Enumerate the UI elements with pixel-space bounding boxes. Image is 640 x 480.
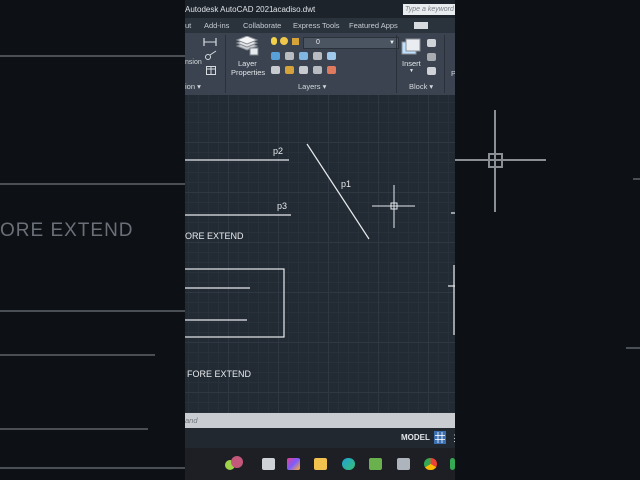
separator <box>444 35 445 93</box>
bg-line <box>0 428 148 430</box>
label-p2: p2 <box>273 146 284 156</box>
weather-icon[interactable] <box>231 456 243 468</box>
insert-label[interactable]: Insert <box>402 59 421 68</box>
chevron-down-icon: ▼ <box>389 40 395 46</box>
layer-lock-tool-icon[interactable] <box>299 66 308 74</box>
block-panel-label[interactable]: Block ▾ <box>409 82 433 91</box>
bg-caption: ORE EXTEND <box>0 220 134 241</box>
annotation-panel-label[interactable]: ion ▾ <box>185 82 201 91</box>
layer-match-icon[interactable] <box>271 52 280 60</box>
ribbon: nsion ion ▾ Layer Properties 0 ▼ Layers … <box>185 33 455 96</box>
leader-icon[interactable] <box>205 50 217 60</box>
command-line-text: and <box>185 416 198 425</box>
layer-on-icon <box>271 37 277 45</box>
edge-icon[interactable] <box>342 458 355 470</box>
layer-unisolate-icon[interactable] <box>313 52 322 60</box>
layers-panel-label[interactable]: Layers ▾ <box>298 82 326 91</box>
bg-line <box>0 467 185 469</box>
separator <box>396 35 397 93</box>
linear-dimension-icon[interactable] <box>203 37 217 47</box>
grid-toggle-button[interactable] <box>434 431 446 444</box>
dimension-label: nsion <box>185 59 202 66</box>
layer-dropdown-value: 0 <box>316 39 320 46</box>
layer-isolate-icon[interactable] <box>299 52 308 60</box>
autocad-window: Autodesk AutoCAD 2021 acadiso.dwt Type a… <box>185 0 455 480</box>
app-title: Autodesk AutoCAD 2021 <box>185 5 274 14</box>
cad-line-p1 <box>306 143 370 240</box>
file-name: acadiso.dwt <box>273 5 316 14</box>
store-icon[interactable] <box>369 458 382 470</box>
ribbon-options-button[interactable] <box>414 22 428 29</box>
bg-line <box>0 183 185 185</box>
taskview-icon[interactable] <box>262 458 275 470</box>
table-icon[interactable] <box>206 66 216 75</box>
layer-copy-icon[interactable] <box>285 66 294 74</box>
drawing-geometry <box>185 143 455 338</box>
separator <box>225 35 226 93</box>
more-options-icon[interactable]: ⋮ <box>450 433 455 444</box>
layer-properties-icon[interactable] <box>235 36 259 56</box>
menu-item[interactable]: ut <box>185 21 191 30</box>
status-bar: MODEL ⋮ <box>185 428 455 448</box>
drawing-canvas[interactable]: p2 p3 p1 ORE EXTEND FORE EXTEND <box>185 95 455 413</box>
cad-rectangle <box>185 268 285 338</box>
model-tab[interactable]: MODEL <box>401 433 430 442</box>
bg-line <box>633 178 640 180</box>
app-icon[interactable] <box>450 458 455 470</box>
layer-properties-label[interactable]: Properties <box>231 68 265 77</box>
layer-dropdown[interactable]: 0 ▼ <box>303 37 399 49</box>
search-input[interactable]: Type a keyword <box>403 4 455 15</box>
bg-crosshair-box <box>488 153 503 168</box>
chrome-icon[interactable] <box>424 458 437 470</box>
chevron-down-icon[interactable]: ▼ <box>409 68 414 74</box>
layer-walk-icon[interactable] <box>271 66 280 74</box>
taskbar <box>185 448 455 480</box>
grid-icon <box>435 432 445 443</box>
copilot-icon[interactable] <box>287 458 300 470</box>
crosshair-cursor <box>372 185 415 228</box>
layer-lock-icon <box>292 38 299 45</box>
label-p3: p3 <box>277 201 288 211</box>
layer-off-icon[interactable] <box>327 52 336 60</box>
edit-block-icon[interactable] <box>427 53 436 61</box>
bg-line <box>626 347 640 349</box>
layer-unlock-icon[interactable] <box>313 66 322 74</box>
menu-item-featured-apps[interactable]: Featured Apps <box>349 21 398 30</box>
bg-line <box>0 310 185 312</box>
layer-previous-icon[interactable] <box>285 52 294 60</box>
title-bar: Autodesk AutoCAD 2021 acadiso.dwt Type a… <box>185 0 455 18</box>
create-block-icon[interactable] <box>427 39 436 47</box>
insert-block-icon[interactable] <box>401 38 421 55</box>
bg-line <box>0 354 155 356</box>
edit-attributes-icon[interactable] <box>427 67 436 75</box>
layer-merge-icon[interactable] <box>327 66 336 74</box>
menu-item-express-tools[interactable]: Express Tools <box>293 21 340 30</box>
label-p1: p1 <box>341 179 352 189</box>
camera-icon[interactable] <box>397 458 410 470</box>
menu-item-collaborate[interactable]: Collaborate <box>243 21 281 30</box>
label-before-extend: ORE EXTEND <box>185 231 244 241</box>
file-explorer-icon[interactable] <box>314 458 327 470</box>
menu-item-addins[interactable]: Add-ins <box>204 21 229 30</box>
label-before-extend: FORE EXTEND <box>187 369 252 379</box>
command-line[interactable]: and <box>185 413 455 428</box>
layer-properties-label[interactable]: Layer <box>238 59 257 68</box>
properties-panel-label: P <box>451 69 455 78</box>
menu-bar: ut Add-ins Collaborate Express Tools Fea… <box>185 18 455 33</box>
bg-line <box>0 55 185 57</box>
layer-freeze-icon <box>280 37 288 45</box>
